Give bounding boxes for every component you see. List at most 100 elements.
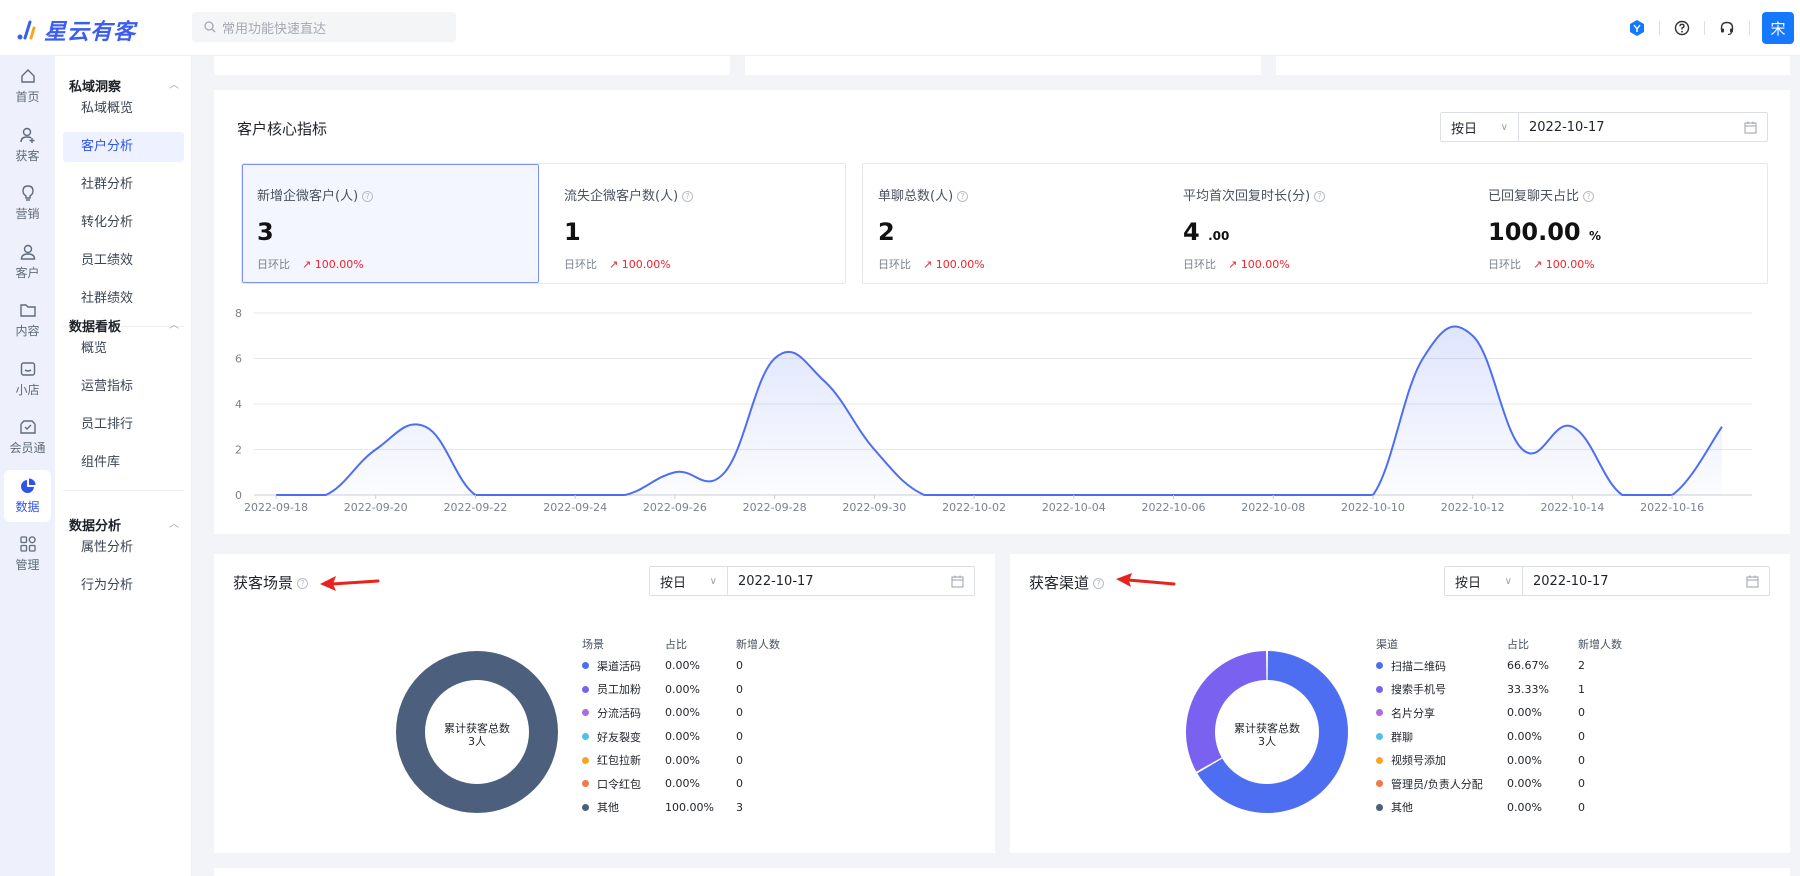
rail-item-label: 数据 bbox=[15, 499, 40, 514]
subnav-group-title[interactable]: 私域洞察 ︿ bbox=[69, 76, 179, 95]
subnav-item[interactable]: 属性分析 bbox=[63, 533, 184, 563]
subnav-item[interactable]: 私域概览 bbox=[63, 94, 184, 124]
x-tick-label: 2022-10-12 bbox=[1441, 501, 1505, 514]
legend-row[interactable]: 其他 0.00% 0 bbox=[1376, 796, 1638, 820]
legend-row[interactable]: 群聊 0.00% 0 bbox=[1376, 725, 1638, 749]
legend-count: 0 bbox=[736, 659, 743, 673]
rail-item-7[interactable]: 数据 bbox=[4, 469, 51, 522]
legend-row[interactable]: 分流活码 0.00% 0 bbox=[582, 701, 796, 725]
rail-item-0[interactable]: 首页 bbox=[0, 60, 55, 112]
x-tick-label: 2022-09-18 bbox=[244, 501, 308, 514]
divider bbox=[1659, 21, 1660, 35]
subnav-item[interactable]: 客户分析 bbox=[63, 132, 184, 162]
rail-item-label: 管理 bbox=[15, 558, 40, 572]
legend-pct: 0.00% bbox=[1507, 706, 1542, 720]
x-tick-label: 2022-09-26 bbox=[643, 501, 707, 514]
legend-row[interactable]: 搜索手机号 33.33% 1 bbox=[1376, 678, 1638, 702]
donut-center-label: 累计获客总数 bbox=[1234, 722, 1300, 735]
subnav-item[interactable]: 概览 bbox=[63, 334, 184, 364]
mode-label: 按日 bbox=[1455, 575, 1482, 591]
legend-row[interactable]: 名片分享 0.00% 0 bbox=[1376, 701, 1638, 725]
date-input[interactable]: 2022-10-17 bbox=[728, 574, 974, 589]
subnav-item[interactable]: 员工排行 bbox=[63, 410, 184, 440]
avatar[interactable]: 宋 bbox=[1762, 12, 1794, 44]
legend-row[interactable]: 管理员/负责人分配 0.00% 0 bbox=[1376, 772, 1638, 796]
help-icon[interactable]: ? bbox=[297, 578, 309, 589]
help-icon[interactable]: ? bbox=[1093, 578, 1105, 589]
subnav-item[interactable]: 社群绩效 bbox=[63, 284, 184, 314]
mode-select[interactable]: 按日 ∨ bbox=[650, 567, 728, 595]
subnav-item[interactable]: 行为分析 bbox=[63, 571, 184, 601]
subnav-item[interactable]: 运营指标 bbox=[63, 372, 184, 402]
rail-item-2[interactable]: 营销 bbox=[0, 177, 55, 229]
legend-dot bbox=[582, 756, 589, 764]
rail-item-6[interactable]: 会员通 bbox=[0, 411, 55, 463]
header-cell: 新增人数 bbox=[1578, 638, 1622, 651]
subnav-item[interactable]: 转化分析 bbox=[63, 208, 184, 238]
top-card-1 bbox=[214, 56, 730, 75]
x-tick-label: 2022-09-22 bbox=[443, 501, 507, 514]
legend-count: 0 bbox=[1578, 753, 1585, 767]
y-tick-label: 0 bbox=[235, 489, 242, 502]
legend-dot bbox=[1376, 803, 1383, 811]
x-tick-label: 2022-09-28 bbox=[743, 501, 807, 514]
legend-dot bbox=[1376, 733, 1383, 741]
rail-item-1[interactable]: 获客 bbox=[0, 119, 55, 171]
chevron-up-icon: ︿ bbox=[169, 320, 179, 331]
legend-pct: 33.33% bbox=[1507, 682, 1549, 696]
rail-item-8[interactable]: 管理 bbox=[0, 528, 55, 580]
channel-card: 获客渠道? 按日 ∨ 2022-10-17 累计获客总数 3人 渠道 占比 新增人数 扫描… bbox=[1010, 554, 1790, 853]
legend-pct: 0.00% bbox=[665, 682, 700, 696]
rail-item-label: 客户 bbox=[15, 265, 40, 280]
legend-pct: 0.00% bbox=[665, 753, 700, 767]
red-arrow-annotation bbox=[320, 576, 380, 591]
legend-row[interactable]: 渠道活码 0.00% 0 bbox=[582, 654, 796, 678]
legend-row[interactable]: 扫描二维码 66.67% 2 bbox=[1376, 654, 1638, 678]
top-card-2 bbox=[745, 56, 1261, 75]
scene-date-picker[interactable]: 按日 ∨ 2022-10-17 bbox=[649, 566, 975, 596]
channel-date-picker[interactable]: 按日 ∨ 2022-10-17 bbox=[1444, 566, 1770, 596]
legend-row[interactable]: 红包拉新 0.00% 0 bbox=[582, 748, 796, 772]
headset-icon[interactable] bbox=[1717, 18, 1737, 38]
legend-count: 0 bbox=[1578, 706, 1585, 720]
legend-dot bbox=[582, 709, 589, 717]
group-label: 私域洞察 bbox=[69, 80, 122, 95]
donut-center-value: 3人 bbox=[1258, 735, 1276, 748]
rail-item-5[interactable]: 小店 bbox=[0, 353, 55, 405]
header-cell: 占比 bbox=[1507, 638, 1529, 651]
legend-dot bbox=[582, 685, 589, 693]
legend-count: 0 bbox=[736, 753, 743, 767]
chevron-down-icon: ∨ bbox=[709, 575, 717, 587]
subnav-item[interactable]: 社群分析 bbox=[63, 170, 184, 200]
legend-dot bbox=[1376, 709, 1383, 717]
top-bar: 星云有客 常用功能快速直达 宋 bbox=[0, 0, 1800, 56]
channel-legend-table: 渠道 占比 新增人数 扫描二维码 66.67% 2 搜索手机号 33.33% 1 名片分享 0.00… bbox=[1376, 634, 1638, 819]
divider bbox=[63, 490, 184, 491]
legend-row[interactable]: 口令红包 0.00% 0 bbox=[582, 772, 796, 796]
series-area bbox=[276, 326, 1722, 495]
help-icon[interactable] bbox=[1672, 18, 1692, 38]
rail-item-3[interactable]: 客户 bbox=[0, 236, 55, 288]
legend-row[interactable]: 视频号添加 0.00% 0 bbox=[1376, 748, 1638, 772]
scene-legend-table: 场景 占比 新增人数 渠道活码 0.00% 0 员工加粉 0.00% 0 分流活码 0.00% 0 好友… bbox=[582, 634, 796, 819]
search-input[interactable]: 常用功能快速直达 bbox=[192, 12, 456, 42]
date-input[interactable]: 2022-10-17 bbox=[1523, 574, 1769, 589]
legend-dot bbox=[582, 780, 589, 788]
legend-name: 群聊 bbox=[1391, 730, 1413, 744]
legend-count: 0 bbox=[1578, 730, 1585, 744]
divider bbox=[1704, 21, 1705, 35]
y-tick-label: 2 bbox=[235, 444, 242, 457]
legend-row[interactable]: 好友裂变 0.00% 0 bbox=[582, 725, 796, 749]
x-tick-label: 2022-10-16 bbox=[1640, 501, 1704, 514]
subnav-group-title[interactable]: 数据分析 ︿ bbox=[69, 515, 179, 534]
shield-icon[interactable] bbox=[1627, 18, 1647, 38]
subnav-item[interactable]: 组件库 bbox=[63, 448, 184, 478]
logo[interactable]: 星云有客 bbox=[16, 14, 136, 46]
mode-select[interactable]: 按日 ∨ bbox=[1445, 567, 1523, 595]
subnav-item[interactable]: 员工绩效 bbox=[63, 246, 184, 276]
subnav-group-title[interactable]: 数据看板 ︿ bbox=[69, 316, 179, 335]
rail-item-4[interactable]: 内容 bbox=[0, 294, 55, 346]
donut-slice[interactable] bbox=[1186, 651, 1267, 772]
legend-row[interactable]: 员工加粉 0.00% 0 bbox=[582, 678, 796, 702]
legend-row[interactable]: 其他 100.00% 3 bbox=[582, 796, 796, 820]
